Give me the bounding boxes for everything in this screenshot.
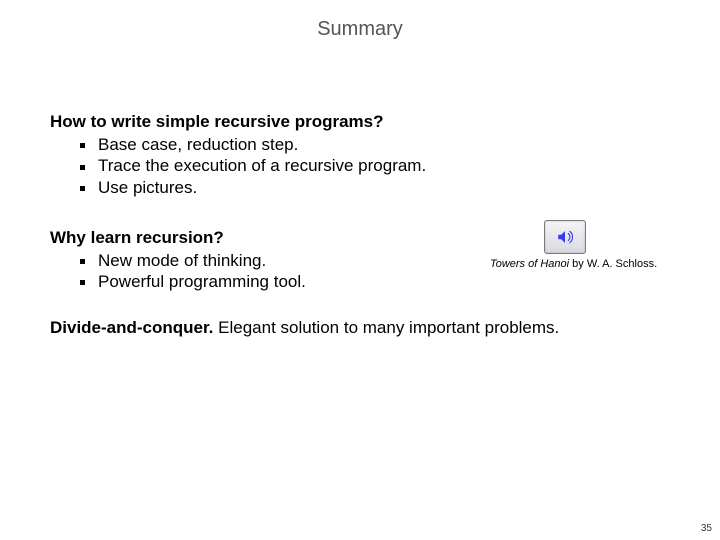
media-caption: Towers of Hanoi by W. A. Schloss. (490, 258, 640, 270)
list-item-text: Base case, reduction step. (98, 135, 298, 154)
media-block: Towers of Hanoi by W. A. Schloss. (490, 220, 640, 270)
speaker-icon (556, 228, 574, 246)
section-how-to: How to write simple recursive programs? … (50, 112, 690, 198)
list-item: Powerful programming tool. (80, 271, 690, 292)
caption-rest: by W. A. Schloss. (569, 258, 657, 270)
lead-phrase: Divide-and-conquer. (50, 318, 213, 337)
list-item: Base case, reduction step. (80, 134, 690, 155)
section-divide-conquer: Divide-and-conquer. Elegant solution to … (50, 318, 690, 338)
list-item: Use pictures. (80, 177, 690, 198)
list-item-text: Powerful programming tool. (98, 272, 306, 291)
page-number: 35 (701, 523, 712, 534)
caption-title: Towers of Hanoi (490, 258, 569, 270)
slide-body: How to write simple recursive programs? … (50, 112, 690, 338)
list-item-text: Use pictures. (98, 178, 197, 197)
section-why-learn: Why learn recursion? New mode of thinkin… (50, 228, 690, 293)
slide-title: Summary (0, 18, 720, 41)
list-item-text: Trace the execution of a recursive progr… (98, 156, 426, 175)
audio-clip-icon[interactable] (544, 220, 586, 254)
section-heading: How to write simple recursive programs? (50, 112, 690, 132)
list-item-text: New mode of thinking. (98, 251, 266, 270)
bullet-list: Base case, reduction step. Trace the exe… (80, 134, 690, 198)
slide: Summary How to write simple recursive pr… (0, 0, 720, 540)
rest-phrase: Elegant solution to many important probl… (213, 318, 559, 337)
list-item: Trace the execution of a recursive progr… (80, 155, 690, 176)
